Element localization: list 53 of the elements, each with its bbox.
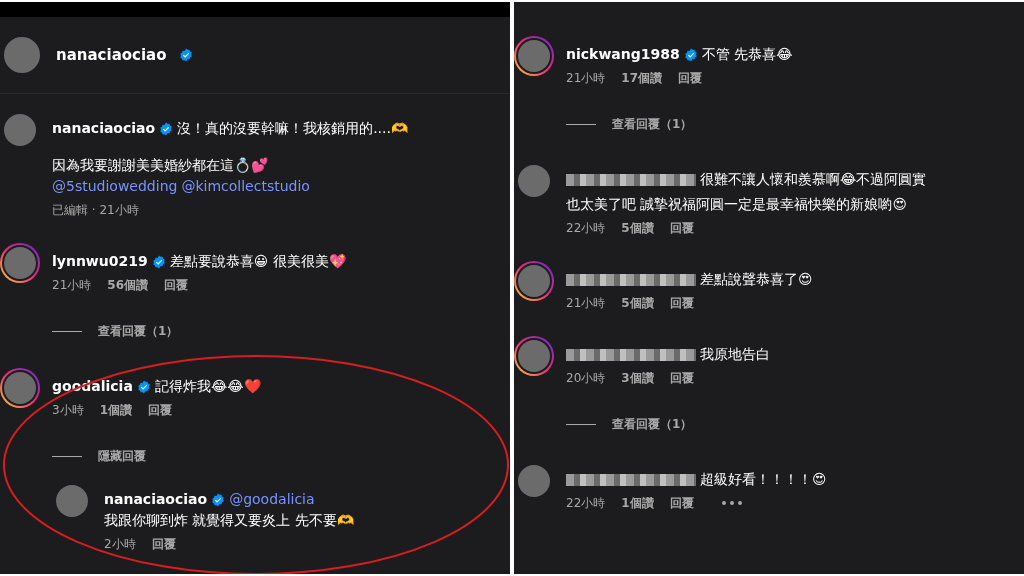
reply-button[interactable]: 回覆 (669, 294, 694, 312)
username[interactable]: lynnwu0219 (52, 251, 148, 272)
mention-link[interactable]: @kimcollectstudio (181, 176, 310, 197)
mention-link[interactable]: @goodalicia (229, 489, 315, 510)
comment-text: 沒！真的沒要幹嘛！我核銷用的....🫶 (177, 119, 408, 138)
more-options-icon[interactable] (721, 501, 742, 505)
comment-text: 差點說聲恭喜了😍 (700, 270, 813, 289)
reply-button[interactable]: 回覆 (164, 276, 188, 294)
replies-toggle[interactable]: 隱藏回覆 (98, 447, 146, 465)
post-author[interactable]: nanaciaociao (56, 43, 167, 67)
comment-time: 3小時 (52, 402, 84, 419)
comment-time: 21小時 (52, 277, 92, 294)
comment-text: 因為我要謝謝美美婚紗都在這💍💕 (52, 157, 268, 173)
comment-time: 22小時 (566, 495, 606, 512)
username[interactable]: nickwang1988 (566, 44, 680, 65)
avatar[interactable] (0, 368, 40, 408)
replies-toggle[interactable]: 查看回覆（1） (98, 322, 179, 340)
comment-text: 超級好看！！！！😍 (700, 470, 827, 489)
comment-time: 21小時 (566, 70, 606, 87)
like-count[interactable]: 3個讚 (621, 369, 654, 387)
avatar[interactable] (514, 261, 554, 301)
comment-text: 記得炸我😂😂❤ (154, 377, 261, 396)
replies-toggle[interactable]: 查看回覆（1） (612, 115, 693, 133)
reply-button[interactable]: 回覆 (151, 535, 176, 553)
username[interactable]: nanaciaociao (52, 118, 156, 139)
comment-time: 已編輯 · 21小時 (52, 202, 139, 219)
like-count[interactable]: 17個讚 (621, 69, 662, 87)
comment-time: 22小時 (566, 220, 606, 237)
comment-time: 20小時 (566, 370, 606, 387)
reply-button[interactable]: 回覆 (669, 494, 694, 512)
comment-time: 21小時 (566, 295, 606, 312)
comment-text: 不管 先恭喜😂 (701, 45, 793, 64)
comment-text: 我原地告白 (700, 345, 770, 364)
reply-button[interactable]: 回覆 (148, 401, 172, 419)
like-count[interactable]: 1個讚 (99, 401, 132, 419)
reply-button[interactable]: 回覆 (669, 219, 694, 237)
avatar[interactable] (0, 243, 40, 283)
reply-button[interactable]: 回覆 (669, 369, 694, 387)
like-count[interactable]: 56個讚 (107, 276, 148, 294)
comment-text: 我跟你聊到炸 就覺得又要炎上 先不要🫶 (104, 511, 354, 530)
comment-text: 也太美了吧 誠摯祝福阿圓一定是最幸福快樂的新娘喲😍 (566, 196, 908, 212)
like-count[interactable]: 5個讚 (621, 219, 654, 237)
like-count[interactable]: 5個讚 (621, 294, 654, 312)
avatar[interactable] (514, 336, 554, 376)
username[interactable]: nanaciaociao (104, 489, 208, 510)
comment-text: 很難不讓人懷和羨慕啊😂不過阿圓實 (700, 170, 927, 189)
replies-toggle[interactable]: 查看回覆（1） (612, 415, 693, 433)
avatar[interactable] (514, 36, 554, 76)
mention-link[interactable]: @5studiowedding (52, 176, 178, 197)
comment-text: 差點要說恭喜😀 很美很美💖 (169, 252, 346, 271)
like-count[interactable]: 1個讚 (621, 494, 654, 512)
reply-button[interactable]: 回覆 (678, 69, 702, 87)
comment-time: 2小時 (104, 536, 136, 553)
